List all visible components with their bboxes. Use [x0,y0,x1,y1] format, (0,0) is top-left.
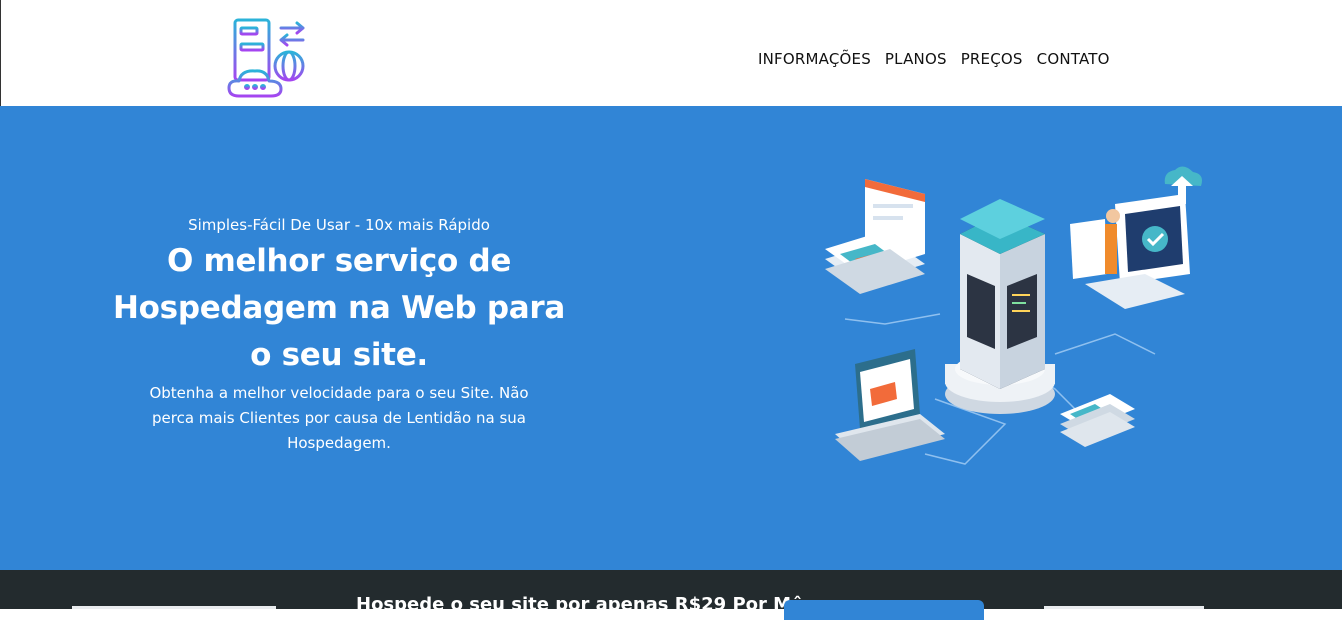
hero-text-block: Simples-Fácil De Usar - 10x mais Rápido … [110,216,568,456]
promo-cta-button[interactable] [784,600,984,620]
nav-item-contato[interactable]: CONTATO [1037,50,1110,68]
main-nav: INFORMAÇÕES PLANOS PREÇOS CONTATO [758,50,1110,68]
hero-tagline: Simples-Fácil De Usar - 10x mais Rápido [188,216,490,234]
nav-item-planos[interactable]: PLANOS [885,50,947,68]
site-header: INFORMAÇÕES PLANOS PREÇOS CONTATO [0,0,1342,106]
promo-text: Hospede o seu site por apenas R$29 Por M… [356,594,815,615]
hero-section: Simples-Fácil De Usar - 10x mais Rápido … [0,106,1342,570]
hero-description: Obtenha a melhor velocidade para o seu S… [149,384,529,452]
hero-headline: O melhor serviço de Hospedagem na Web pa… [113,243,565,373]
nav-item-precos[interactable]: PREÇOS [961,50,1023,68]
server-cloud-logo-icon[interactable] [225,18,307,100]
nav-item-informacoes[interactable]: INFORMAÇÕES [758,50,871,68]
server-network-illustration-icon [815,164,1205,484]
promo-bar: Hospede o seu site por apenas R$29 Por M… [0,570,1342,620]
